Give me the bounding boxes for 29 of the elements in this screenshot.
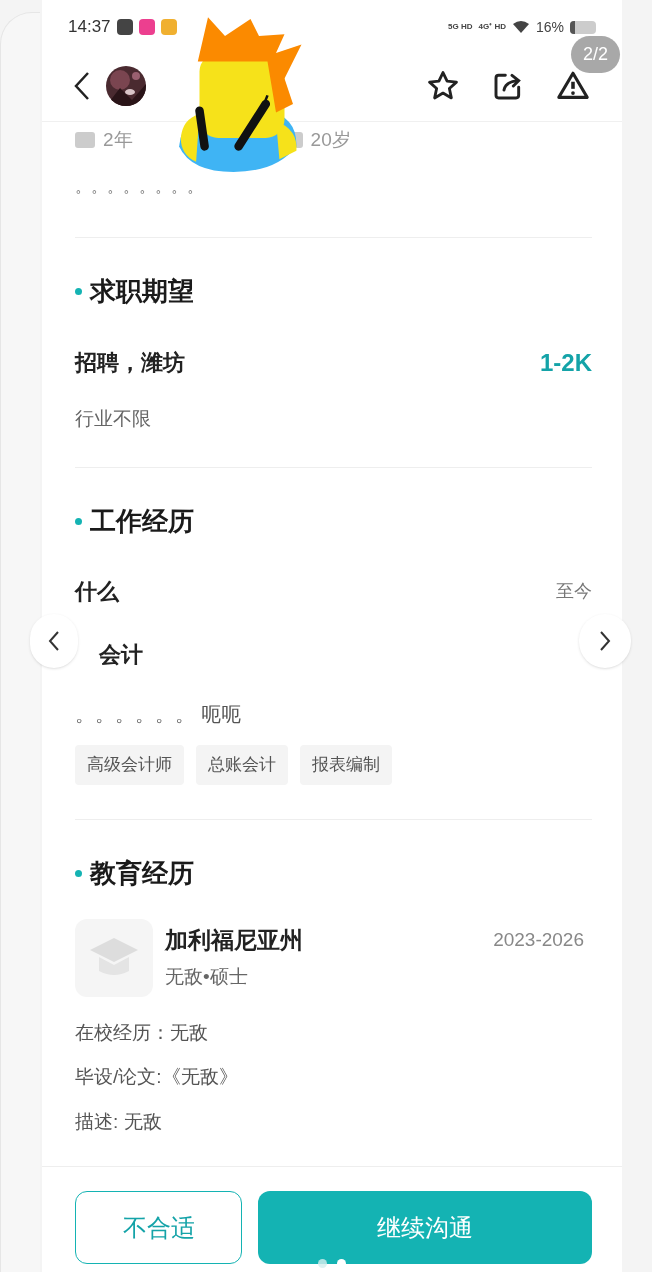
network-label: 4G⁺ HD bbox=[478, 21, 506, 33]
education-detail: 描述: 无敌 bbox=[75, 1109, 163, 1134]
section-title: 教育经历 bbox=[90, 856, 194, 890]
school-name: 加利福尼亚州 bbox=[165, 925, 303, 955]
job-title: 会计 bbox=[98, 641, 144, 669]
expected-position: 招聘，潍坊 bbox=[75, 349, 185, 377]
network-label: 5G HD bbox=[448, 21, 473, 33]
salary-text: 1-2K bbox=[539, 347, 592, 378]
section-title: 工作经历 bbox=[90, 505, 194, 538]
education-detail: 在校经历：无敌 bbox=[75, 1020, 209, 1045]
continue-chat-button[interactable]: 继续沟通 bbox=[258, 1191, 592, 1264]
status-time: 14:37 bbox=[68, 16, 111, 39]
experience-text: 2年 bbox=[103, 128, 133, 152]
page-counter: 2/2 bbox=[570, 36, 620, 73]
degree-text: 无敌•硕士 bbox=[165, 965, 249, 989]
battery-percent: 16% bbox=[535, 17, 564, 37]
reject-button[interactable]: 不合适 bbox=[75, 1191, 242, 1264]
industry-text: 行业不限 bbox=[75, 406, 152, 431]
skill-tag: 高级会计师 bbox=[75, 745, 184, 785]
company-name: 什么 bbox=[75, 578, 119, 606]
intro-text: 。。。。。。。。 bbox=[75, 176, 204, 197]
work-period: 至今 bbox=[556, 580, 592, 603]
skill-tag: 报表编制 bbox=[300, 745, 392, 785]
skill-tag: 总账会计 bbox=[196, 745, 288, 785]
education-years: 2023-2026 bbox=[493, 927, 584, 952]
age-text: 20岁 bbox=[310, 128, 351, 152]
education-detail: 毕设/论文:《无敌》 bbox=[75, 1065, 239, 1089]
section-title: 求职期望 bbox=[90, 274, 194, 308]
work-description: 。。。。。。 呃呃 bbox=[75, 702, 242, 727]
